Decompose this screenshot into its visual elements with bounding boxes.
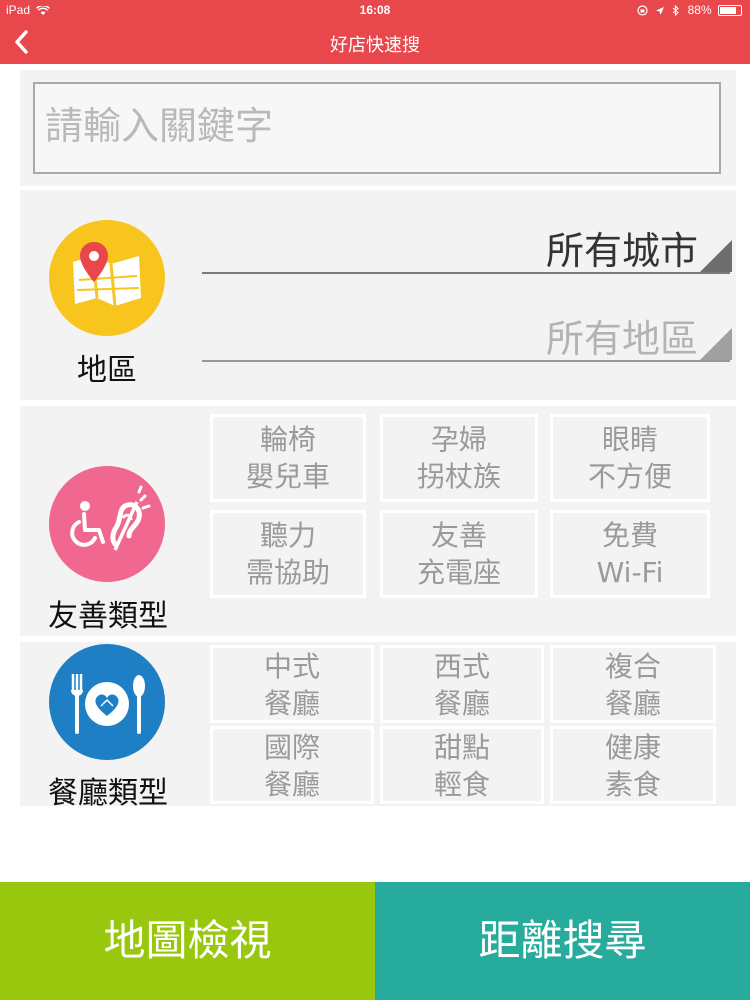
friendly-icon-circle (49, 466, 165, 582)
bluetooth-icon (672, 5, 680, 17)
region-icon-circle (49, 220, 165, 336)
page-title: 好店快速搜 (330, 35, 420, 56)
region-label: 地區 (77, 353, 137, 388)
city-value: 所有城市 (545, 229, 698, 273)
restaurant-option-western[interactable]: 西式 餐廳 (380, 645, 544, 723)
option-line2: 餐廳 (433, 687, 490, 720)
option-line1: 眼睛 (601, 423, 658, 456)
region-panel: 地區 所有城市 所有地區 (20, 190, 736, 400)
option-line2: 拐杖族 (416, 460, 501, 493)
option-line1: 中式 (263, 650, 320, 683)
restaurant-option-chinese[interactable]: 中式 餐廳 (210, 645, 374, 723)
option-line1: 聽力 (259, 519, 316, 552)
restaurant-label: 餐廳類型 (48, 776, 168, 811)
friendly-label: 友善類型 (48, 599, 168, 634)
district-dropdown[interactable]: 所有地區 (202, 304, 732, 362)
option-line1: 西式 (433, 650, 490, 683)
city-dropdown[interactable]: 所有城市 (202, 216, 732, 274)
district-value: 所有地區 (545, 317, 698, 361)
friendly-panel: 友善類型 輪椅 嬰兒車 孕婦 拐杖族 眼睛 不方便 聽力 需協助 友善 充電座 … (20, 406, 736, 636)
option-line1: 孕婦 (430, 423, 487, 456)
friendly-option-charging[interactable]: 友善 充電座 (380, 510, 538, 598)
option-line2: 不方便 (587, 460, 672, 493)
battery-percent: 88% (687, 3, 712, 17)
option-line1: 輪椅 (259, 423, 316, 456)
option-line1: 國際 (263, 731, 320, 764)
option-line2: 需協助 (245, 556, 330, 589)
dropdown-triangle-icon (700, 240, 732, 272)
option-line2: 充電座 (416, 556, 501, 589)
nav-bar: 好店快速搜 (0, 20, 750, 64)
friendly-option-wifi[interactable]: 免費 Wi-Fi (550, 510, 710, 598)
restaurant-icon-circle (49, 644, 165, 760)
dropdown-triangle-icon (700, 328, 732, 360)
map-pin-icon (73, 242, 141, 307)
restaurant-option-fusion[interactable]: 複合 餐廳 (550, 645, 716, 723)
option-line2: 嬰兒車 (245, 460, 330, 493)
option-line2: 餐廳 (604, 687, 661, 720)
search-field[interactable] (33, 82, 721, 174)
location-arrow-icon (655, 6, 664, 15)
lock-rotation-icon (636, 5, 648, 16)
restaurant-option-international[interactable]: 國際 餐廳 (210, 726, 374, 804)
dining-plate-icon (71, 674, 145, 734)
option-line2: 素食 (604, 768, 661, 801)
friendly-option-wheelchair[interactable]: 輪椅 嬰兒車 (210, 414, 366, 502)
option-line1: 免費 (601, 519, 658, 552)
search-panel (20, 70, 736, 186)
option-line1: 複合 (604, 650, 661, 683)
restaurant-option-dessert[interactable]: 甜點 輕食 (380, 726, 544, 804)
battery-icon (718, 5, 742, 17)
option-line1: 健康 (604, 731, 661, 764)
option-line2: Wi-Fi (596, 556, 664, 589)
map-view-button[interactable]: 地圖檢視 (0, 882, 375, 1000)
accessibility-icon (70, 485, 151, 551)
restaurant-panel: 餐廳類型 中式 餐廳 西式 餐廳 複合 餐廳 國際 餐廳 甜點 輕食 健康 素食 (20, 642, 736, 811)
option-line1: 甜點 (433, 731, 490, 764)
search-input[interactable] (43, 103, 707, 149)
status-bar: iPad 16:08 88% (0, 0, 750, 20)
option-line2: 餐廳 (263, 687, 320, 720)
option-line2: 餐廳 (263, 768, 320, 801)
friendly-option-visual[interactable]: 眼睛 不方便 (550, 414, 710, 502)
friendly-option-hearing[interactable]: 聽力 需協助 (210, 510, 366, 598)
option-line1: 友善 (430, 519, 487, 552)
restaurant-option-vegetarian[interactable]: 健康 素食 (550, 726, 716, 804)
option-line2: 輕食 (433, 768, 490, 801)
status-right: 88% (636, 3, 742, 17)
distance-search-button[interactable]: 距離搜尋 (375, 882, 750, 1000)
friendly-option-pregnant[interactable]: 孕婦 拐杖族 (380, 414, 538, 502)
